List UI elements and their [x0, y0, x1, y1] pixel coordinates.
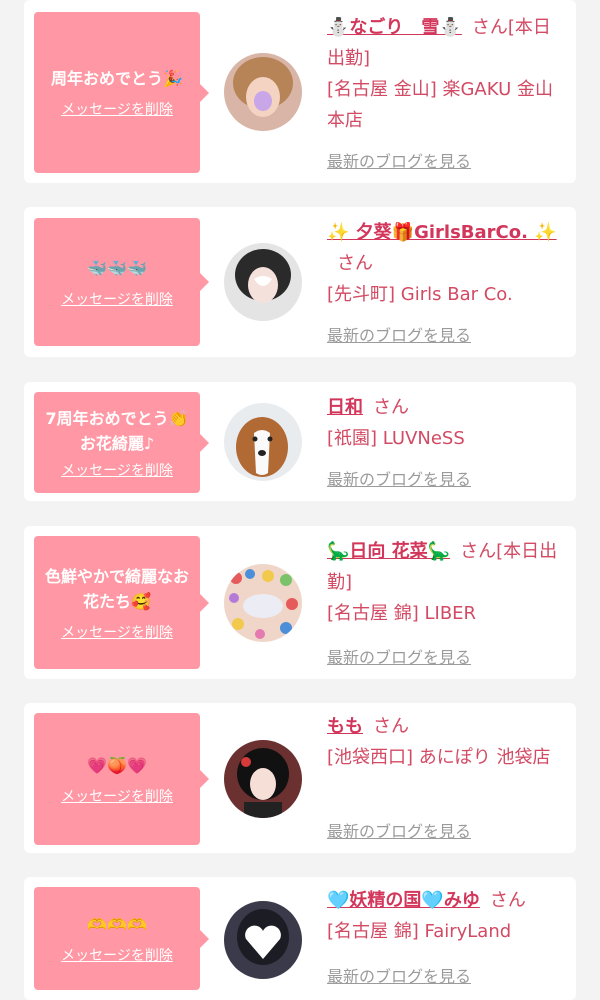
san-suffix: さん [460, 541, 497, 562]
cast-info: ✨ 夕葵🎁GirlsBarCo. ✨ さん [先斗町] Girls Bar Co. [327, 217, 567, 310]
delete-message-link[interactable]: メッセージを削除 [61, 460, 173, 480]
latest-blog-link[interactable]: 最新のブログを見る [327, 322, 471, 346]
message-bubble: 7周年おめでとう👏お花綺麗♪ メッセージを削除 [34, 392, 209, 493]
message-card: 🫶🫶🫶 メッセージを削除 🩵妖精の国🩵みゆ さん [名古屋 錦] FairyLan… [24, 877, 576, 1000]
message-card: 🐳🐳🐳 メッセージを削除 ✨ 夕葵🎁GirlsBarCo. ✨ さん [先斗町] … [24, 207, 576, 357]
message-bubble: 🐳🐳🐳 メッセージを削除 [34, 218, 209, 346]
message-text: 色鮮やかで綺麗なお花たち🥰 [44, 566, 189, 611]
shop-name: [名古屋 錦] LIBER [327, 603, 477, 624]
message-card: 周年おめでとう🎉 メッセージを削除 ⛄なごり 雪⛄ さん[本日出勤] [名古屋 金… [24, 0, 576, 183]
cast-info: もも さん [池袋西口] あにぽり 池袋店 [327, 711, 567, 773]
ballpit-photo-icon [224, 564, 302, 642]
message-bubble: 💗🍑💗 メッセージを削除 [34, 713, 209, 845]
san-suffix: さん [373, 716, 409, 737]
shop-name: [池袋西口] あにぽり 池袋店 [327, 747, 551, 768]
shop-name: [先斗町] Girls Bar Co. [327, 284, 513, 305]
dog-photo-icon [224, 403, 302, 481]
cast-info: 🩵妖精の国🩵みゆ さん [名古屋 錦] FairyLand [327, 885, 567, 947]
message-text: 🫶🫶🫶 [87, 915, 147, 934]
cast-name-link[interactable]: 🦕日向 花菜🦕 [327, 541, 450, 562]
latest-blog-link[interactable]: 最新のブログを見る [327, 818, 471, 842]
message-text: 💗🍑💗 [87, 755, 147, 775]
cast-info: 日和 さん [祇園] LUVNeSS [327, 392, 567, 454]
avatar[interactable] [224, 243, 302, 321]
avatar[interactable] [224, 564, 302, 642]
latest-blog-link[interactable]: 最新のブログを見る [327, 466, 471, 490]
message-text: 周年おめでとう🎉 [51, 69, 183, 88]
shop-name: [名古屋 金山] 楽GAKU 金山本店 [327, 79, 553, 131]
cast-name-link[interactable]: 🩵妖精の国🩵みゆ [327, 890, 480, 911]
shop-name: [名古屋 錦] FairyLand [327, 921, 512, 942]
avatar[interactable] [224, 403, 302, 481]
girl-photo-icon [224, 740, 302, 818]
avatar[interactable] [224, 901, 302, 979]
message-card: 💗🍑💗 メッセージを削除 もも さん [池袋西口] あにぽり 池袋店 最新のブログ… [24, 703, 576, 853]
latest-blog-link[interactable]: 最新のブログを見る [327, 148, 471, 172]
girl-photo-icon [224, 53, 302, 131]
cast-info: ⛄なごり 雪⛄ さん[本日出勤] [名古屋 金山] 楽GAKU 金山本店 [327, 12, 567, 136]
delete-message-link[interactable]: メッセージを削除 [61, 786, 173, 806]
delete-message-link[interactable]: メッセージを削除 [61, 622, 173, 642]
avatar[interactable] [224, 53, 302, 131]
message-text: 🐳🐳🐳 [87, 258, 147, 278]
latest-blog-link[interactable]: 最新のブログを見る [327, 963, 471, 987]
cast-name-link[interactable]: もも [327, 716, 363, 737]
san-suffix: さん [471, 17, 508, 38]
cast-info: 🦕日向 花菜🦕 さん[本日出勤] [名古屋 錦] LIBER [327, 536, 567, 629]
message-bubble: 色鮮やかで綺麗なお花たち🥰 メッセージを削除 [34, 536, 209, 669]
message-card: 色鮮やかで綺麗なお花たち🥰 メッセージを削除 🦕日向 花菜🦕 さん[本日出勤] [… [24, 526, 576, 679]
delete-message-link[interactable]: メッセージを削除 [61, 289, 173, 309]
delete-message-link[interactable]: メッセージを削除 [61, 945, 173, 965]
cast-name-link[interactable]: 日和 [327, 397, 363, 418]
message-bubble: 🫶🫶🫶 メッセージを削除 [34, 887, 209, 990]
message-text: 7周年おめでとう👏お花綺麗♪ [45, 408, 189, 453]
girl-photo-icon [224, 901, 302, 979]
san-suffix: さん [373, 397, 409, 418]
shop-name: [祇園] LUVNeSS [327, 428, 465, 449]
avatar[interactable] [224, 740, 302, 818]
delete-message-link[interactable]: メッセージを削除 [61, 99, 173, 119]
cast-name-link[interactable]: ✨ 夕葵🎁GirlsBarCo. ✨ [327, 222, 557, 243]
message-card: 7周年おめでとう👏お花綺麗♪ メッセージを削除 日和 さん [祇園] LUVNeS… [24, 382, 576, 501]
latest-blog-link[interactable]: 最新のブログを見る [327, 644, 471, 668]
san-suffix: さん [337, 253, 373, 274]
cast-name-link[interactable]: ⛄なごり 雪⛄ [327, 17, 462, 38]
san-suffix: さん [489, 890, 526, 911]
girl-photo-icon [224, 243, 302, 321]
message-bubble: 周年おめでとう🎉 メッセージを削除 [34, 12, 209, 173]
